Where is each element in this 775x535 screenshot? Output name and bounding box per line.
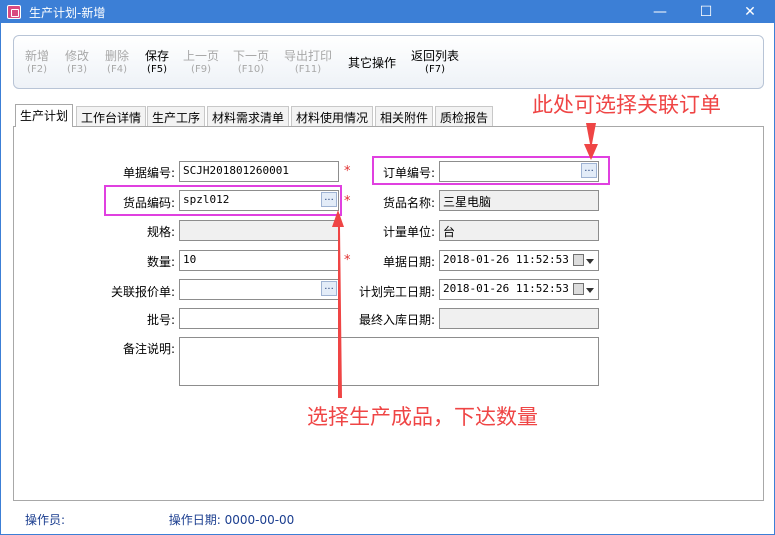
next-page-button-label: 下一页 (233, 49, 270, 63)
doc-no-field[interactable]: SCJH201801260001 (179, 161, 339, 182)
unit-label: 计量单位: (382, 225, 435, 239)
batch-no-field[interactable] (179, 308, 339, 329)
save-button[interactable]: 保存 (F5) (145, 49, 169, 77)
operation-date-label: 操作日期: (168, 513, 221, 527)
quantity-field[interactable]: 10 (179, 250, 339, 271)
edit-button-label: 修改 (65, 49, 90, 63)
tab-production-process[interactable]: 生产工序 (147, 106, 206, 126)
next-page-button[interactable]: 下一页 (F10) (233, 49, 269, 77)
edit-button[interactable]: 修改 (F3) (65, 49, 89, 77)
new-button[interactable]: 新增 (F2) (25, 49, 49, 77)
doc-date-value: 2018-01-26 11:52:53 (443, 253, 569, 266)
status-bar: 操作员: 操作日期: 0000-00-00 (25, 511, 294, 528)
app-icon (7, 5, 21, 19)
doc-date-picker[interactable]: 2018-01-26 11:52:53 (439, 250, 599, 271)
product-name-field: 三星电脑 (439, 190, 599, 211)
maximize-icon[interactable]: ☐ (689, 1, 723, 23)
quantity-label: 数量: (146, 255, 175, 269)
edit-button-key: (F3) (67, 64, 87, 75)
toolbar: 新增 (F2) 修改 (F3) 删除 (F4) 保存 (F5) 上一页 (F9)… (13, 35, 764, 89)
tab-qc-report[interactable]: 质检报告 (435, 106, 494, 126)
chevron-down-icon[interactable] (586, 259, 594, 264)
tab-production-plan[interactable]: 生产计划 (15, 104, 74, 127)
next-page-button-key: (F10) (237, 64, 265, 75)
required-mark: * (344, 253, 351, 268)
final-stock-date-field (439, 308, 599, 329)
new-button-key: (F2) (27, 64, 47, 75)
export-print-button[interactable]: 导出打印 (F11) (284, 49, 332, 77)
other-ops-button-label: 其它操作 (348, 56, 397, 70)
order-hint-annotation: 此处可选择关联订单 (532, 93, 721, 117)
quote-label: 关联报价单: (110, 285, 175, 299)
product-code-browse-button[interactable]: ... (321, 192, 337, 207)
order-no-field[interactable] (439, 161, 599, 182)
spec-label: 规格: (146, 225, 175, 239)
unit-field: 台 (439, 220, 599, 241)
tab-material-usage[interactable]: 材料使用情况 (291, 106, 374, 126)
chevron-down-icon[interactable] (586, 288, 594, 293)
product-code-label: 货品编码: (122, 196, 175, 210)
new-button-label: 新增 (25, 49, 50, 63)
final-stock-date-label: 最终入库日期: (358, 313, 435, 327)
quote-browse-button[interactable]: ... (321, 281, 337, 296)
required-mark: * (344, 164, 351, 179)
doc-date-label: 单据日期: (382, 255, 435, 269)
tab-attachments[interactable]: 相关附件 (375, 106, 434, 126)
plan-finish-date-value: 2018-01-26 11:52:53 (443, 282, 569, 295)
delete-button-label: 删除 (105, 49, 130, 63)
prev-page-button[interactable]: 上一页 (F9) (183, 49, 219, 77)
calendar-icon[interactable] (573, 254, 584, 266)
batch-no-label: 批号: (146, 313, 175, 327)
save-button-key: (F5) (147, 64, 167, 75)
export-print-button-key: (F11) (294, 64, 322, 75)
title-bar: 生产计划-新增 — ☐ ✕ (1, 1, 774, 23)
prev-page-button-label: 上一页 (183, 49, 220, 63)
export-print-button-label: 导出打印 (284, 49, 333, 63)
product-name-label: 货品名称: (382, 196, 435, 210)
calendar-icon[interactable] (573, 283, 584, 295)
delete-button[interactable]: 删除 (F4) (105, 49, 129, 77)
remark-textarea[interactable] (179, 337, 599, 386)
tab-material-requirements[interactable]: 材料需求清单 (207, 106, 290, 126)
spec-field (179, 220, 339, 241)
order-no-browse-button[interactable]: ... (581, 163, 597, 178)
minimize-icon[interactable]: — (643, 1, 677, 23)
operation-date-value: 0000-00-00 (224, 513, 295, 527)
remark-label: 备注说明: (122, 342, 175, 356)
prev-page-button-key: (F9) (191, 64, 211, 75)
doc-no-label: 单据编号: (122, 166, 175, 180)
window-title: 生产计划-新增 (29, 6, 106, 20)
operator-label: 操作员: (25, 513, 66, 527)
app-window: 生产计划-新增 — ☐ ✕ 新增 (F2) 修改 (F3) 删除 (F4) 保存… (0, 0, 775, 535)
product-code-field[interactable]: spzl012 (179, 190, 339, 211)
other-ops-button[interactable]: 其它操作 (348, 56, 396, 70)
quote-field[interactable] (179, 279, 339, 300)
plan-finish-date-picker[interactable]: 2018-01-26 11:52:53 (439, 279, 599, 300)
required-mark: * (344, 194, 351, 209)
product-hint-annotation: 选择生产成品，下达数量 (307, 405, 538, 429)
back-to-list-button-key: (F7) (425, 64, 445, 75)
close-icon[interactable]: ✕ (733, 1, 767, 23)
tab-workbench-details[interactable]: 工作台详情 (76, 106, 147, 126)
back-to-list-button[interactable]: 返回列表 (F7) (411, 49, 459, 77)
save-button-label: 保存 (145, 49, 170, 63)
plan-finish-date-label: 计划完工日期: (358, 285, 435, 299)
delete-button-key: (F4) (107, 64, 127, 75)
back-to-list-button-label: 返回列表 (411, 49, 460, 63)
order-no-label: 订单编号: (382, 166, 435, 180)
